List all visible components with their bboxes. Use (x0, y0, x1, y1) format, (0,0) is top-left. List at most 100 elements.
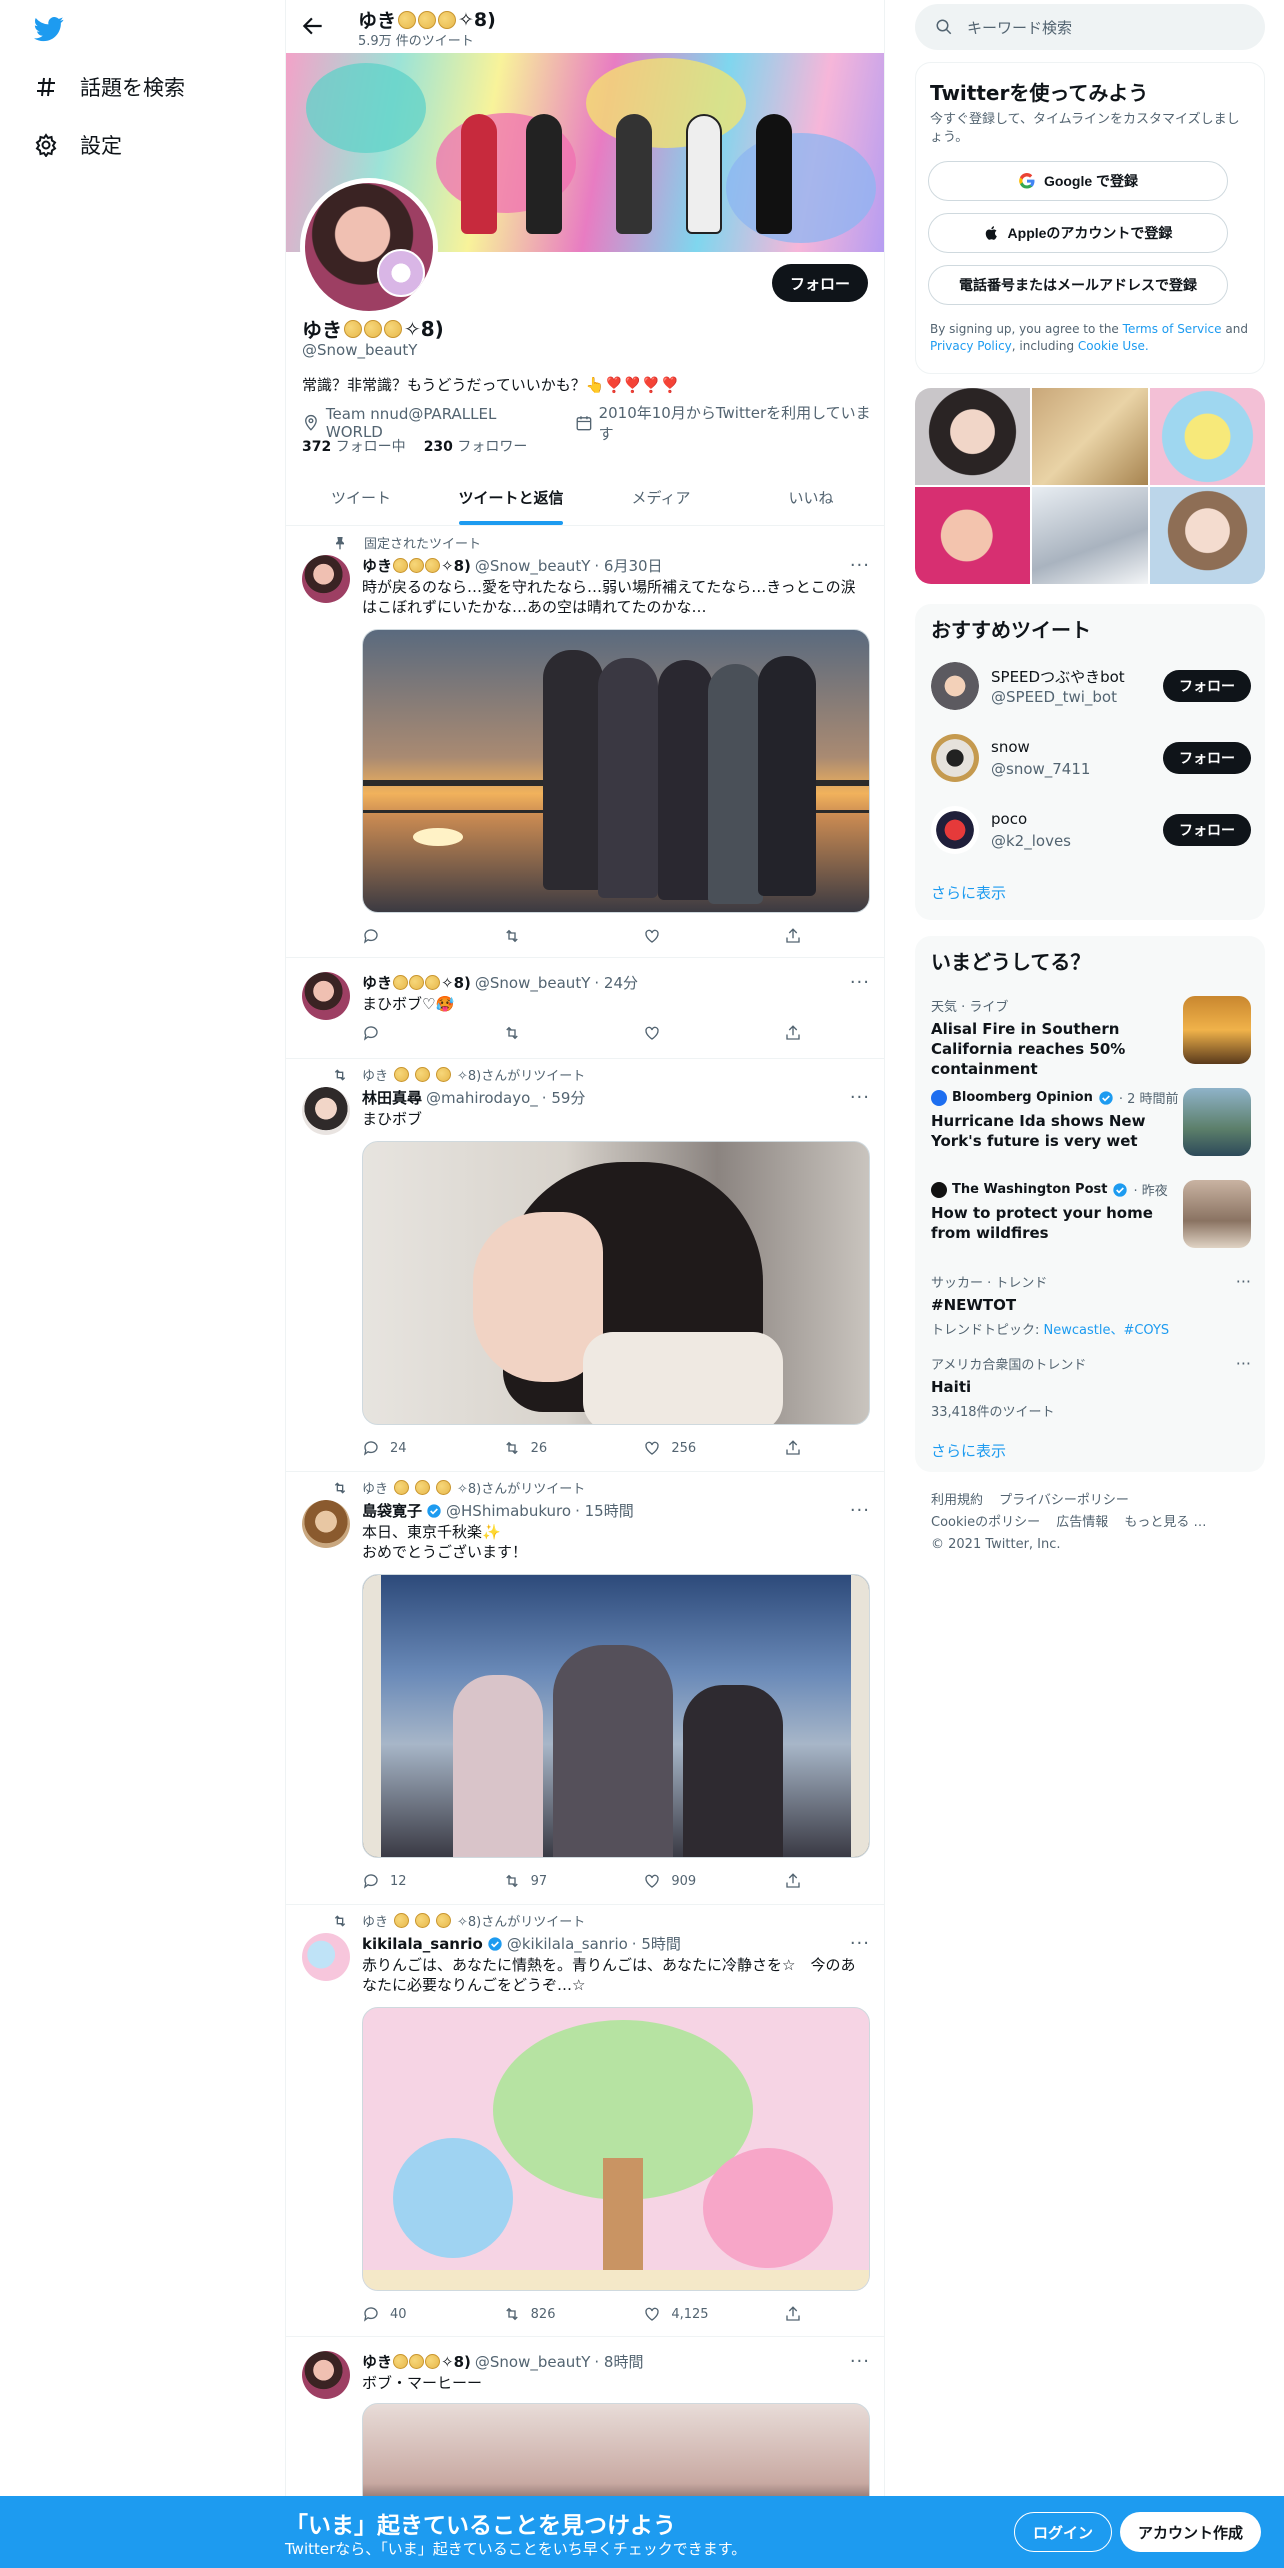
tweet-time[interactable]: · 8時間 (594, 2351, 643, 2372)
tweet-author-name[interactable]: ゆき ✧8) (362, 2351, 471, 2372)
more-options-icon[interactable]: ··· (1236, 1272, 1251, 1291)
tweet-author-name[interactable]: 島袋寛子 (362, 1500, 422, 1521)
tweet-avatar[interactable] (302, 555, 350, 603)
login-button[interactable]: ログイン (1014, 2512, 1113, 2552)
gallery-photo[interactable] (915, 388, 1031, 485)
more-options-icon[interactable]: ··· (850, 2351, 870, 2372)
account-avatar[interactable] (931, 806, 979, 854)
more-options-icon[interactable]: ··· (850, 972, 870, 993)
gallery-photo[interactable] (1032, 487, 1148, 584)
gallery-photo[interactable] (1032, 388, 1148, 485)
account-name[interactable]: SPEEDつぶやきbot (991, 666, 1125, 687)
tweet-time[interactable]: · 24分 (594, 972, 638, 993)
gallery-photo[interactable] (915, 487, 1031, 584)
tweet-avatar[interactable] (302, 1500, 350, 1548)
tweet-image[interactable] (362, 2007, 870, 2291)
tweet-time[interactable]: · 5時間 (632, 1933, 681, 1954)
footer-link[interactable]: 利用規約 (931, 1493, 983, 1508)
account-avatar[interactable] (931, 734, 979, 782)
trend-item[interactable]: サッカー · トレンド #NEWTOT トレンドトピック: Newcastle、… (931, 1272, 1251, 1338)
footer-link[interactable]: 広告情報 (1056, 1515, 1108, 1530)
more-options-icon[interactable]: ··· (1236, 1354, 1251, 1373)
recommended-account[interactable]: SPEEDつぶやきbot @SPEED_twi_bot フォロー (931, 658, 1251, 714)
tweet-author-name[interactable]: ゆき ✧8) (362, 555, 471, 576)
show-more-link[interactable]: さらに表示 (931, 1440, 1006, 1461)
trend-item[interactable]: Bloomberg Opinion · 2 時間前 Hurricane Ida … (931, 1088, 1251, 1156)
more-options-icon[interactable]: ··· (850, 1500, 870, 1521)
gallery-photo[interactable] (1149, 487, 1265, 584)
tab-media[interactable]: メディア (586, 470, 736, 525)
reply-button[interactable] (362, 1024, 462, 1042)
reply-button[interactable] (362, 927, 462, 945)
gallery-photo[interactable] (1149, 388, 1265, 485)
tweet-avatar[interactable] (302, 1087, 350, 1135)
show-more-link[interactable]: さらに表示 (931, 882, 1006, 903)
followers-link[interactable]: 230 フォロワー (424, 436, 528, 456)
trend-item[interactable]: アメリカ合衆国のトレンド Haiti 33,418件のツイート ··· (931, 1354, 1251, 1420)
tweet-time[interactable]: · 6月30日 (594, 555, 662, 576)
trend-item[interactable]: 天気 · ライブ Alisal Fire in Southern Califor… (931, 996, 1251, 1079)
account-name[interactable]: snow (991, 738, 1030, 756)
like-button[interactable] (643, 1024, 743, 1042)
phone-email-signup-button[interactable]: 電話番号またはメールアドレスで登録 (928, 265, 1228, 305)
share-button[interactable] (784, 927, 802, 945)
apple-signup-button[interactable]: Appleのアカウントで登録 (928, 213, 1228, 253)
tweet-image[interactable] (362, 629, 870, 913)
twitter-logo-icon[interactable] (32, 14, 66, 44)
retweet-button[interactable] (503, 927, 603, 945)
search-box[interactable]: キーワード検索 (915, 4, 1265, 50)
back-arrow-icon[interactable] (300, 13, 326, 39)
like-button[interactable]: 909 (643, 1872, 743, 1890)
tweet-avatar[interactable] (302, 1933, 350, 1981)
tweet-author-name[interactable]: 林田真尋 (362, 1087, 422, 1108)
tweet-image[interactable] (362, 1574, 870, 1858)
nav-explore[interactable]: 話題を検索 (34, 72, 185, 102)
reply-button[interactable]: 12 (362, 1872, 462, 1890)
share-button[interactable] (784, 1872, 802, 1890)
more-options-icon[interactable]: ··· (850, 555, 870, 576)
tweet[interactable]: ゆき ✧8)さんがリツイート kikilala_sanrio @kikilala_… (286, 1905, 884, 2337)
tweet[interactable]: ゆき ✧8)さんがリツイート 島袋寛子 @HShimabukuro · 15時間 … (286, 1472, 884, 1905)
tab-tweets[interactable]: ツイート (286, 470, 436, 525)
like-button[interactable] (643, 927, 743, 945)
footer-link[interactable]: Cookieのポリシー (931, 1515, 1040, 1530)
reply-button[interactable]: 24 (362, 1439, 462, 1457)
like-button[interactable]: 256 (643, 1439, 743, 1457)
footer-link[interactable]: もっと見る … (1124, 1515, 1206, 1530)
privacy-policy-link[interactable]: Privacy Policy (930, 339, 1012, 353)
terms-of-service-link[interactable]: Terms of Service (1123, 322, 1222, 336)
like-button[interactable]: 4,125 (643, 2305, 743, 2323)
share-button[interactable] (784, 2305, 802, 2323)
retweet-button[interactable]: 826 (503, 2305, 603, 2323)
nav-settings[interactable]: 設定 (34, 130, 122, 160)
cookie-use-link[interactable]: Cookie Use. (1078, 339, 1149, 353)
tweet[interactable]: ゆき ✧8)さんがリツイート 林田真尋 @mahirodayo_ · 59分 ··… (286, 1059, 884, 1472)
profile-avatar[interactable] (300, 178, 438, 316)
signup-button[interactable]: アカウント作成 (1120, 2512, 1262, 2552)
follow-button[interactable]: フォロー (1163, 670, 1251, 702)
following-link[interactable]: 372 フォロー中 (302, 436, 406, 456)
account-avatar[interactable] (931, 662, 979, 710)
tweet-time[interactable]: · 15時間 (575, 1500, 634, 1521)
trend-topic-links[interactable]: Newcastle、#COYS (1044, 1323, 1170, 1338)
tweet[interactable]: ゆき ✧8) @Snow_beautY · 24分 ··· まひボブ♡🥵 (286, 958, 884, 1059)
search-input[interactable]: キーワード検索 (967, 17, 1072, 38)
tweet[interactable]: 固定されたツイート ゆき ✧8) @Snow_beautY · 6月30日 ···… (286, 527, 884, 958)
recommended-account[interactable]: poco @k2_loves フォロー (931, 802, 1251, 858)
tweet-author-name[interactable]: ゆき ✧8) (362, 972, 471, 993)
retweet-button[interactable] (503, 1024, 603, 1042)
reply-button[interactable]: 40 (362, 2305, 462, 2323)
tweet-author-name[interactable]: kikilala_sanrio (362, 1935, 483, 1953)
recommended-account[interactable]: snow @snow_7411 フォロー (931, 730, 1251, 786)
tab-likes[interactable]: いいね (736, 470, 884, 525)
more-options-icon[interactable]: ··· (850, 1087, 870, 1108)
share-button[interactable] (784, 1439, 802, 1457)
google-signup-button[interactable]: Google で登録 (928, 161, 1228, 201)
more-options-icon[interactable]: ··· (850, 1933, 870, 1954)
account-name[interactable]: poco (991, 810, 1027, 828)
retweet-button[interactable]: 97 (503, 1872, 603, 1890)
follow-button[interactable]: フォロー (1163, 742, 1251, 774)
follow-button[interactable]: フォロー (1163, 814, 1251, 846)
tweet-time[interactable]: · 59分 (542, 1087, 586, 1108)
share-button[interactable] (784, 1024, 802, 1042)
